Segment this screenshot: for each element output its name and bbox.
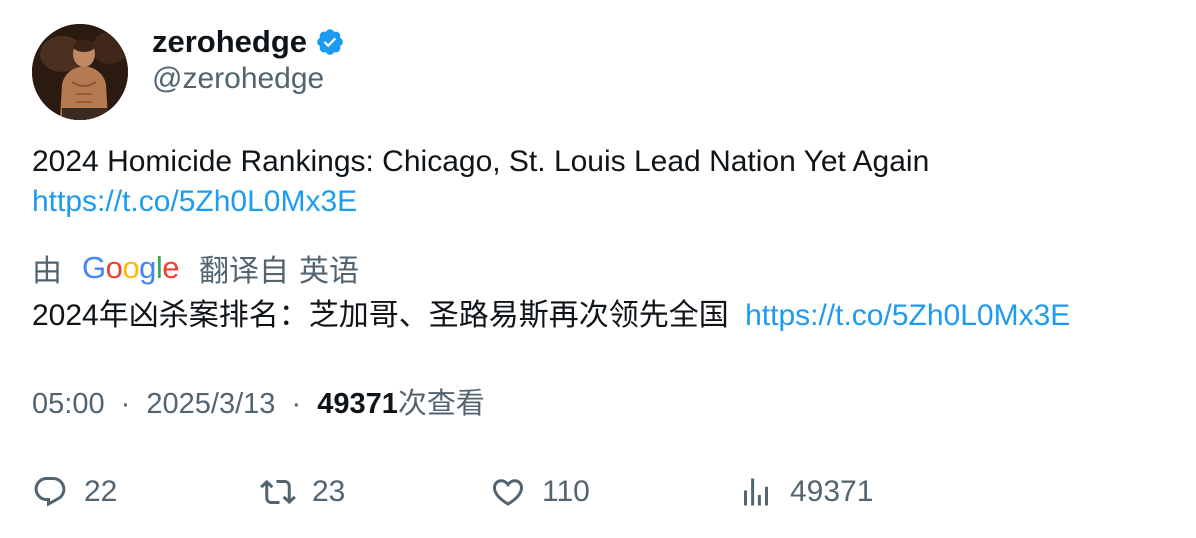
views-button[interactable]: 49371 — [738, 470, 873, 514]
tweet-text: 2024 Homicide Rankings: Chicago, St. Lou… — [32, 145, 930, 178]
author-handle[interactable]: @zerohedge — [152, 62, 324, 96]
action-bar: 22 23 110 49371 — [32, 470, 1172, 514]
author-name-row: zerohedge — [152, 20, 345, 64]
translated-by-label: 由 — [32, 255, 62, 288]
verified-badge-icon[interactable] — [315, 27, 345, 57]
tweet-link[interactable]: https://t.co/5Zh0L0Mx3E — [32, 185, 357, 218]
translation-attribution: 由 Google 翻译自 英语 — [32, 248, 359, 288]
retweet-button[interactable]: 23 — [260, 470, 345, 514]
views-action-count: 49371 — [790, 475, 874, 508]
display-name[interactable]: zerohedge — [152, 24, 307, 60]
translated-text-block: 2024年凶杀案排名：芝加哥、圣路易斯再次领先全国 https://t.co/5… — [32, 296, 1070, 336]
reply-count: 22 — [84, 475, 118, 508]
meta-separator: · — [120, 388, 131, 420]
source-language: 英语 — [299, 255, 360, 288]
retweet-icon — [260, 479, 296, 505]
views-count: 49371 — [317, 388, 398, 420]
translated-text: 2024年凶杀案排名：芝加哥、圣路易斯再次领先全国 — [32, 299, 729, 332]
tweet-time[interactable]: 05:00 — [32, 388, 105, 420]
meta-separator: · — [291, 388, 302, 420]
heart-icon — [492, 479, 524, 506]
translated-link[interactable]: https://t.co/5Zh0L0Mx3E — [745, 299, 1070, 332]
like-count: 110 — [542, 475, 590, 508]
views-chart-icon — [744, 478, 768, 506]
tweet-date[interactable]: 2025/3/13 — [146, 388, 275, 420]
views-label: 次查看 — [397, 388, 485, 420]
translated-from-label: 翻译自 — [199, 255, 290, 288]
google-logo-icon: Google — [82, 250, 180, 285]
retweet-count: 23 — [312, 475, 346, 508]
avatar[interactable] — [32, 24, 128, 120]
tweet-body: 2024 Homicide Rankings: Chicago, St. Lou… — [32, 142, 1172, 222]
avatar-photo-icon — [32, 24, 128, 120]
reply-button[interactable]: 22 — [32, 470, 117, 514]
like-button[interactable]: 110 — [490, 470, 590, 514]
tweet-meta: 05:00 · 2025/3/13 · 49371次查看 — [32, 384, 485, 424]
reply-icon — [34, 477, 66, 507]
